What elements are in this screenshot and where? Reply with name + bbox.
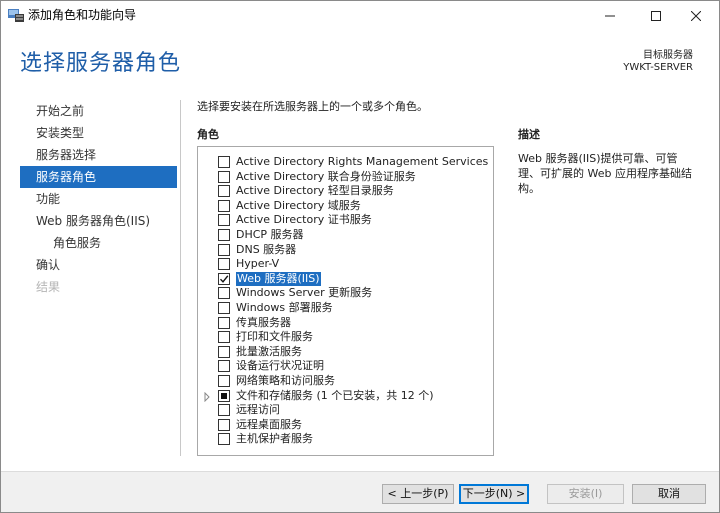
role-checkbox[interactable] bbox=[218, 404, 230, 417]
nav-item-results: 结果 bbox=[36, 280, 61, 294]
destination-server-name: YWKT-SERVER bbox=[623, 62, 693, 73]
role-checkbox[interactable] bbox=[218, 287, 230, 300]
role-label[interactable]: 文件和存储服务 (1 个已安装，共 12 个) bbox=[236, 389, 434, 403]
role-checkbox[interactable] bbox=[218, 375, 230, 387]
wizard-window: 添加角色和功能向导 选择服务器角色 目标服务器 YWKT-SERVER 开始之前… bbox=[0, 0, 720, 513]
role-checkbox[interactable] bbox=[218, 229, 230, 241]
role-checkbox[interactable] bbox=[218, 258, 230, 271]
role-checkbox[interactable] bbox=[218, 185, 230, 198]
expand-arrow-icon[interactable] bbox=[204, 391, 211, 402]
role-row[interactable]: 远程桌面服务 bbox=[198, 418, 493, 432]
role-checkbox[interactable] bbox=[218, 214, 230, 227]
nav-item-features[interactable]: 功能 bbox=[20, 188, 177, 210]
role-label[interactable]: Active Directory 域服务 bbox=[236, 199, 361, 213]
role-checkbox[interactable] bbox=[218, 389, 230, 402]
title-bar[interactable]: 添加角色和功能向导 bbox=[1, 1, 719, 30]
page-title: 选择服务器角色 bbox=[20, 51, 182, 76]
wizard-nav: 开始之前 安装类型 服务器选择 服务器角色 功能 Web 服务器角色(IIS) … bbox=[20, 100, 177, 298]
role-checkbox[interactable] bbox=[218, 243, 230, 256]
role-row[interactable]: Active Directory Rights Management Servi… bbox=[198, 155, 493, 169]
role-label[interactable]: 传真服务器 bbox=[236, 316, 291, 330]
role-label[interactable]: 网络策略和访问服务 bbox=[236, 374, 335, 388]
window-title: 添加角色和功能向导 bbox=[28, 8, 137, 22]
role-row[interactable]: 远程访问 bbox=[198, 403, 493, 417]
role-checkbox[interactable] bbox=[218, 360, 230, 373]
role-checkbox[interactable] bbox=[218, 331, 230, 344]
role-label[interactable]: 打印和文件服务 bbox=[236, 330, 313, 344]
role-row[interactable]: 网络策略和访问服务 bbox=[198, 374, 493, 388]
back-button[interactable]: < 上一步(P) bbox=[382, 484, 454, 504]
close-icon bbox=[691, 10, 701, 21]
instruction-text: 选择要安装在所选服务器上的一个或多个角色。 bbox=[197, 100, 428, 113]
nav-item-server-roles[interactable]: 服务器角色 bbox=[20, 166, 177, 188]
role-label[interactable]: Active Directory 证书服务 bbox=[236, 213, 372, 227]
role-row[interactable]: Active Directory 轻型目录服务 bbox=[198, 184, 493, 198]
role-label[interactable]: DHCP 服务器 bbox=[236, 228, 304, 242]
role-label[interactable]: Web 服务器(IIS) bbox=[236, 271, 321, 286]
role-row[interactable]: Active Directory 域服务 bbox=[198, 199, 493, 213]
role-label[interactable]: 设备运行状况证明 bbox=[236, 359, 324, 373]
server-manager-icon bbox=[8, 8, 24, 22]
role-label[interactable]: DNS 服务器 bbox=[236, 243, 296, 257]
role-row[interactable]: 传真服务器 bbox=[198, 316, 493, 330]
nav-item-installation-type[interactable]: 安装类型 bbox=[20, 122, 177, 144]
role-row[interactable]: 打印和文件服务 bbox=[198, 330, 493, 344]
close-button[interactable] bbox=[673, 1, 719, 30]
maximize-icon bbox=[651, 10, 661, 21]
role-label[interactable]: 远程访问 bbox=[236, 403, 280, 417]
role-label[interactable]: Windows 部署服务 bbox=[236, 301, 333, 315]
role-checkbox[interactable] bbox=[218, 170, 230, 183]
role-label[interactable]: 主机保护者服务 bbox=[236, 432, 313, 446]
role-checkbox[interactable] bbox=[218, 316, 230, 329]
role-row[interactable]: Web 服务器(IIS) bbox=[198, 271, 493, 286]
nav-divider bbox=[180, 100, 181, 456]
role-checkbox[interactable] bbox=[218, 272, 230, 285]
role-checkbox[interactable] bbox=[218, 418, 230, 431]
nav-item-server-selection[interactable]: 服务器选择 bbox=[20, 144, 177, 166]
role-row[interactable]: DHCP 服务器 bbox=[198, 228, 493, 242]
role-label[interactable]: Active Directory 轻型目录服务 bbox=[236, 184, 394, 198]
role-row[interactable]: Windows 部署服务 bbox=[198, 301, 493, 315]
role-row[interactable]: Hyper-V bbox=[198, 257, 493, 271]
role-row[interactable]: Windows Server 更新服务 bbox=[198, 286, 493, 300]
role-label[interactable]: 批量激活服务 bbox=[236, 345, 302, 359]
role-row[interactable]: Active Directory 联合身份验证服务 bbox=[198, 170, 493, 184]
role-checkbox[interactable] bbox=[218, 433, 230, 446]
nav-item-web-server-role[interactable]: Web 服务器角色(IIS) bbox=[20, 210, 177, 232]
role-checkbox[interactable] bbox=[218, 302, 230, 314]
minimize-icon bbox=[605, 15, 615, 16]
description-heading: 描述 bbox=[518, 128, 540, 141]
role-label[interactable]: Active Directory 联合身份验证服务 bbox=[236, 170, 416, 184]
role-row[interactable]: 主机保护者服务 bbox=[198, 432, 493, 446]
role-label[interactable]: Windows Server 更新服务 bbox=[236, 286, 372, 300]
role-label[interactable]: 远程桌面服务 bbox=[236, 418, 302, 432]
role-row[interactable]: 文件和存储服务 (1 个已安装，共 12 个) bbox=[198, 389, 493, 403]
role-row[interactable]: Active Directory 证书服务 bbox=[198, 213, 493, 227]
destination-server-label: 目标服务器 bbox=[643, 50, 693, 61]
role-checkbox[interactable] bbox=[218, 156, 230, 168]
next-button[interactable]: 下一步(N) > bbox=[459, 484, 529, 504]
role-checkbox[interactable] bbox=[218, 345, 230, 358]
nav-item-confirmation[interactable]: 确认 bbox=[20, 254, 177, 276]
nav-item-before-you-begin[interactable]: 开始之前 bbox=[20, 100, 177, 122]
role-row[interactable]: 批量激活服务 bbox=[198, 345, 493, 359]
nav-item-role-services[interactable]: 角色服务 bbox=[20, 232, 177, 254]
roles-list[interactable]: Active Directory Rights Management Servi… bbox=[197, 146, 494, 456]
role-row[interactable]: DNS 服务器 bbox=[198, 243, 493, 257]
install-button: 安装(I) bbox=[547, 484, 624, 504]
role-row[interactable]: 设备运行状况证明 bbox=[198, 359, 493, 373]
role-checkbox[interactable] bbox=[218, 199, 230, 212]
description-text: Web 服务器(IIS)提供可靠、可管理、可扩展的 Web 应用程序基础结构。 bbox=[518, 152, 692, 195]
minimize-button[interactable] bbox=[587, 1, 633, 30]
cancel-button[interactable]: 取消 bbox=[632, 484, 706, 504]
roles-heading: 角色 bbox=[197, 128, 219, 141]
role-label[interactable]: Hyper-V bbox=[236, 257, 279, 271]
role-label[interactable]: Active Directory Rights Management Servi… bbox=[236, 155, 488, 169]
